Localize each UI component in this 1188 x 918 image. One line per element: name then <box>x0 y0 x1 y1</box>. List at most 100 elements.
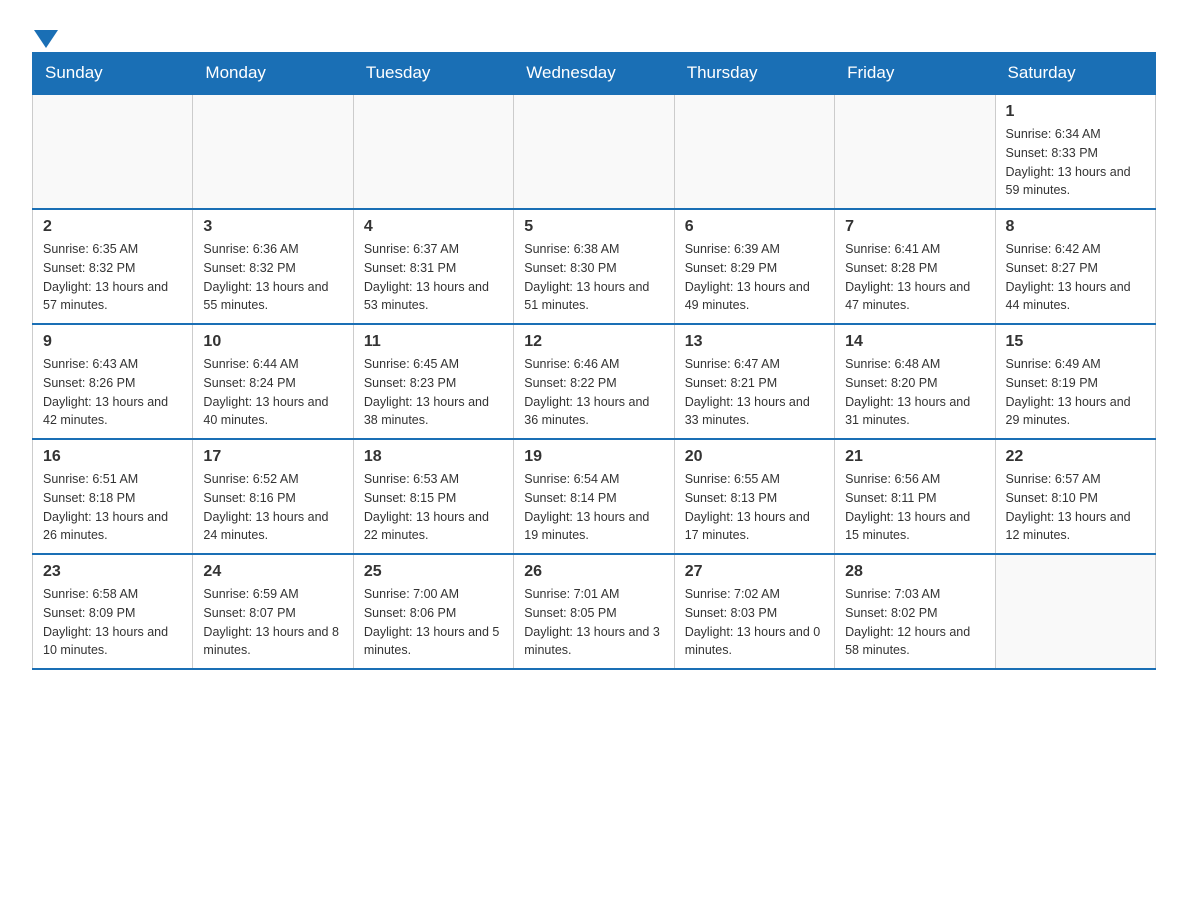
day-info: Sunrise: 7:03 AM Sunset: 8:02 PM Dayligh… <box>845 585 984 660</box>
day-info: Sunrise: 6:47 AM Sunset: 8:21 PM Dayligh… <box>685 355 824 430</box>
day-info: Sunrise: 7:00 AM Sunset: 8:06 PM Dayligh… <box>364 585 503 660</box>
day-info: Sunrise: 6:45 AM Sunset: 8:23 PM Dayligh… <box>364 355 503 430</box>
calendar-week-row: 16 Sunrise: 6:51 AM Sunset: 8:18 PM Dayli… <box>33 439 1156 554</box>
day-info: Sunrise: 6:43 AM Sunset: 8:26 PM Dayligh… <box>43 355 182 430</box>
calendar-day-cell: 4 Sunrise: 6:37 AM Sunset: 8:31 PM Daylig… <box>353 209 513 324</box>
day-number: 1 <box>1006 103 1145 121</box>
day-number: 8 <box>1006 218 1145 236</box>
day-info: Sunrise: 6:39 AM Sunset: 8:29 PM Dayligh… <box>685 240 824 315</box>
calendar-day-cell <box>995 554 1155 669</box>
calendar-day-header: Thursday <box>674 53 834 95</box>
day-number: 21 <box>845 448 984 466</box>
calendar-day-cell: 17 Sunrise: 6:52 AM Sunset: 8:16 PM Dayli… <box>193 439 353 554</box>
calendar-day-cell: 8 Sunrise: 6:42 AM Sunset: 8:27 PM Daylig… <box>995 209 1155 324</box>
calendar-week-row: 9 Sunrise: 6:43 AM Sunset: 8:26 PM Daylig… <box>33 324 1156 439</box>
calendar-day-cell <box>353 94 513 209</box>
day-info: Sunrise: 6:42 AM Sunset: 8:27 PM Dayligh… <box>1006 240 1145 315</box>
day-info: Sunrise: 6:56 AM Sunset: 8:11 PM Dayligh… <box>845 470 984 545</box>
day-number: 17 <box>203 448 342 466</box>
day-info: Sunrise: 6:59 AM Sunset: 8:07 PM Dayligh… <box>203 585 342 660</box>
day-number: 3 <box>203 218 342 236</box>
calendar-day-cell: 12 Sunrise: 6:46 AM Sunset: 8:22 PM Dayli… <box>514 324 674 439</box>
day-number: 27 <box>685 563 824 581</box>
day-info: Sunrise: 6:49 AM Sunset: 8:19 PM Dayligh… <box>1006 355 1145 430</box>
calendar-day-cell: 25 Sunrise: 7:00 AM Sunset: 8:06 PM Dayli… <box>353 554 513 669</box>
calendar-day-cell <box>33 94 193 209</box>
calendar-day-cell <box>835 94 995 209</box>
day-info: Sunrise: 6:54 AM Sunset: 8:14 PM Dayligh… <box>524 470 663 545</box>
day-number: 18 <box>364 448 503 466</box>
calendar-day-header: Monday <box>193 53 353 95</box>
day-info: Sunrise: 6:37 AM Sunset: 8:31 PM Dayligh… <box>364 240 503 315</box>
day-info: Sunrise: 6:44 AM Sunset: 8:24 PM Dayligh… <box>203 355 342 430</box>
calendar-day-cell <box>514 94 674 209</box>
calendar-day-cell: 22 Sunrise: 6:57 AM Sunset: 8:10 PM Dayli… <box>995 439 1155 554</box>
calendar-week-row: 1 Sunrise: 6:34 AM Sunset: 8:33 PM Daylig… <box>33 94 1156 209</box>
calendar-day-header: Wednesday <box>514 53 674 95</box>
calendar-day-cell: 1 Sunrise: 6:34 AM Sunset: 8:33 PM Daylig… <box>995 94 1155 209</box>
day-number: 13 <box>685 333 824 351</box>
day-number: 19 <box>524 448 663 466</box>
calendar-day-cell: 15 Sunrise: 6:49 AM Sunset: 8:19 PM Dayli… <box>995 324 1155 439</box>
day-info: Sunrise: 6:34 AM Sunset: 8:33 PM Dayligh… <box>1006 125 1145 200</box>
day-info: Sunrise: 6:53 AM Sunset: 8:15 PM Dayligh… <box>364 470 503 545</box>
day-number: 25 <box>364 563 503 581</box>
day-number: 2 <box>43 218 182 236</box>
calendar-day-cell: 6 Sunrise: 6:39 AM Sunset: 8:29 PM Daylig… <box>674 209 834 324</box>
page-header <box>32 24 1156 36</box>
logo <box>32 24 60 36</box>
day-number: 14 <box>845 333 984 351</box>
day-number: 28 <box>845 563 984 581</box>
day-number: 16 <box>43 448 182 466</box>
day-number: 7 <box>845 218 984 236</box>
calendar-day-cell: 26 Sunrise: 7:01 AM Sunset: 8:05 PM Dayli… <box>514 554 674 669</box>
day-info: Sunrise: 7:02 AM Sunset: 8:03 PM Dayligh… <box>685 585 824 660</box>
calendar-week-row: 23 Sunrise: 6:58 AM Sunset: 8:09 PM Dayli… <box>33 554 1156 669</box>
calendar-day-cell: 3 Sunrise: 6:36 AM Sunset: 8:32 PM Daylig… <box>193 209 353 324</box>
calendar-day-cell: 14 Sunrise: 6:48 AM Sunset: 8:20 PM Dayli… <box>835 324 995 439</box>
calendar-day-cell <box>674 94 834 209</box>
calendar-day-cell: 9 Sunrise: 6:43 AM Sunset: 8:26 PM Daylig… <box>33 324 193 439</box>
day-number: 20 <box>685 448 824 466</box>
day-info: Sunrise: 6:36 AM Sunset: 8:32 PM Dayligh… <box>203 240 342 315</box>
calendar-day-cell: 10Sunrise: 6:44 AM Sunset: 8:24 PM Dayli… <box>193 324 353 439</box>
day-info: Sunrise: 6:55 AM Sunset: 8:13 PM Dayligh… <box>685 470 824 545</box>
day-number: 12 <box>524 333 663 351</box>
day-info: Sunrise: 6:41 AM Sunset: 8:28 PM Dayligh… <box>845 240 984 315</box>
day-info: Sunrise: 6:51 AM Sunset: 8:18 PM Dayligh… <box>43 470 182 545</box>
day-number: 5 <box>524 218 663 236</box>
calendar-day-cell: 13 Sunrise: 6:47 AM Sunset: 8:21 PM Dayli… <box>674 324 834 439</box>
day-number: 6 <box>685 218 824 236</box>
calendar-day-cell: 23 Sunrise: 6:58 AM Sunset: 8:09 PM Dayli… <box>33 554 193 669</box>
day-number: 26 <box>524 563 663 581</box>
calendar-day-cell: 19 Sunrise: 6:54 AM Sunset: 8:14 PM Dayli… <box>514 439 674 554</box>
calendar-day-cell: 28 Sunrise: 7:03 AM Sunset: 8:02 PM Dayli… <box>835 554 995 669</box>
day-info: Sunrise: 6:52 AM Sunset: 8:16 PM Dayligh… <box>203 470 342 545</box>
logo-arrow-icon <box>34 30 58 48</box>
calendar-day-cell <box>193 94 353 209</box>
calendar-day-header: Friday <box>835 53 995 95</box>
day-info: Sunrise: 6:46 AM Sunset: 8:22 PM Dayligh… <box>524 355 663 430</box>
calendar-header-row: SundayMondayTuesdayWednesdayThursdayFrid… <box>33 53 1156 95</box>
calendar-table: SundayMondayTuesdayWednesdayThursdayFrid… <box>32 52 1156 670</box>
calendar-day-header: Saturday <box>995 53 1155 95</box>
calendar-day-cell: 21 Sunrise: 6:56 AM Sunset: 8:11 PM Dayli… <box>835 439 995 554</box>
day-info: Sunrise: 6:58 AM Sunset: 8:09 PM Dayligh… <box>43 585 182 660</box>
day-info: Sunrise: 6:57 AM Sunset: 8:10 PM Dayligh… <box>1006 470 1145 545</box>
calendar-day-header: Sunday <box>33 53 193 95</box>
calendar-day-cell: 7 Sunrise: 6:41 AM Sunset: 8:28 PM Daylig… <box>835 209 995 324</box>
day-number: 15 <box>1006 333 1145 351</box>
day-number: 11 <box>364 333 503 351</box>
calendar-day-cell: 18 Sunrise: 6:53 AM Sunset: 8:15 PM Dayli… <box>353 439 513 554</box>
calendar-day-cell: 11 Sunrise: 6:45 AM Sunset: 8:23 PM Dayli… <box>353 324 513 439</box>
day-number: 22 <box>1006 448 1145 466</box>
calendar-day-cell: 2Sunrise: 6:35 AM Sunset: 8:32 PM Daylig… <box>33 209 193 324</box>
day-number: 9 <box>43 333 182 351</box>
calendar-day-cell: 16 Sunrise: 6:51 AM Sunset: 8:18 PM Dayli… <box>33 439 193 554</box>
day-number: 23 <box>43 563 182 581</box>
calendar-day-cell: 27 Sunrise: 7:02 AM Sunset: 8:03 PM Dayli… <box>674 554 834 669</box>
day-info: Sunrise: 7:01 AM Sunset: 8:05 PM Dayligh… <box>524 585 663 660</box>
calendar-day-cell: 20 Sunrise: 6:55 AM Sunset: 8:13 PM Dayli… <box>674 439 834 554</box>
day-info: Sunrise: 6:48 AM Sunset: 8:20 PM Dayligh… <box>845 355 984 430</box>
day-number: 4 <box>364 218 503 236</box>
